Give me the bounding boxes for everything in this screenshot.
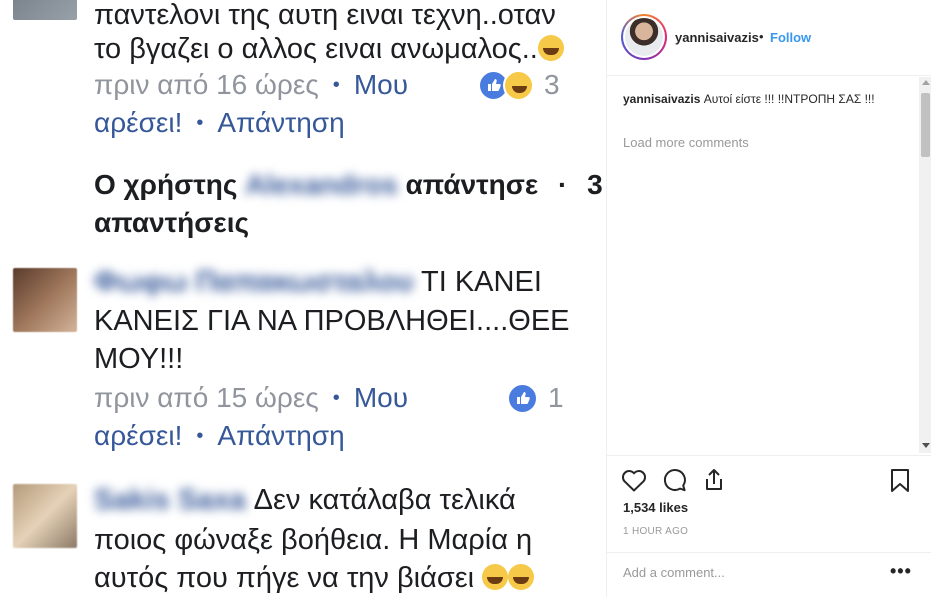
replies-count: 3 xyxy=(587,169,603,200)
likes-count[interactable]: 1,534 likes xyxy=(623,500,688,515)
reply-link: Απάντηση xyxy=(217,420,345,451)
add-comment-input[interactable] xyxy=(623,565,863,580)
comment-meta: πριν από 15 ώρες • Μου xyxy=(94,379,408,417)
like-link: αρέσει! xyxy=(94,107,183,138)
comment-meta: αρέσει! • Απάντηση xyxy=(94,104,345,142)
meta-dot: • xyxy=(196,112,204,134)
comment-meta: πριν από 16 ώρες • Μου xyxy=(94,66,408,104)
like-link: Μου xyxy=(353,69,409,100)
commenter-avatar xyxy=(13,268,77,332)
comments-scrollbar[interactable] xyxy=(919,77,931,453)
comment-time: πριν από 16 ώρες xyxy=(94,69,319,100)
scroll-down-arrow-icon[interactable] xyxy=(922,443,930,448)
blurred-commenter-name: Sakis Saxa xyxy=(94,484,246,516)
avatar-inner xyxy=(623,16,665,58)
follow-button[interactable]: Follow xyxy=(770,30,811,45)
load-more-comments-button[interactable]: Load more comments xyxy=(623,135,749,150)
comment-meta: αρέσει! • Απάντηση xyxy=(94,417,345,455)
blurred-commenter-name: Φωφω Παπακωσταλου xyxy=(94,266,414,298)
haha-reaction-icon xyxy=(503,69,534,101)
comment-text: Δεν κατάλαβα τελικά xyxy=(253,484,516,516)
post-actions: 1,534 likes 1 HOUR AGO ••• xyxy=(607,455,931,597)
meta-dot: • xyxy=(332,74,340,96)
replies-prefix: Ο χρήστης xyxy=(94,169,238,200)
comment-text-line: ποιος φώναξε βοήθεια. Η Μαρία η xyxy=(94,524,533,556)
instagram-panel: yannisaivazis • Follow yannisaivazis Αυτ… xyxy=(606,0,931,597)
replies-count-label: απαντήσεις xyxy=(94,207,250,238)
share-icon[interactable] xyxy=(700,466,728,494)
heart-icon[interactable] xyxy=(620,466,648,494)
meta-dot: • xyxy=(332,387,340,409)
add-comment-bar: ••• xyxy=(607,552,931,597)
like-reaction-icon xyxy=(507,382,538,414)
header-separator: • xyxy=(759,29,764,44)
laughing-emoji-icon xyxy=(508,564,535,590)
comment-text-line: αυτός που πήγε να την βιάσει xyxy=(94,559,584,597)
comments-area[interactable]: yannisaivazis Αυτοί είστε !!! !!ΝΤΡΟΠΗ Σ… xyxy=(607,77,931,453)
replies-dot: · xyxy=(557,169,568,200)
comment-text-line: παντελονι της αυτη ειναι τεχνη..οταν xyxy=(94,0,556,31)
scroll-up-arrow-icon[interactable] xyxy=(922,80,930,85)
comment-text-line: το βγαζει ο αλλος ειναι ανωμαλος.. xyxy=(94,30,584,68)
comment-text: αυτός που πήγε να την βιάσει xyxy=(94,562,475,594)
comment-time: πριν από 15 ώρες xyxy=(94,382,319,413)
caption-text: Αυτοί είστε !!! !!ΝΤΡΟΠΗ ΣΑΣ !!! xyxy=(703,92,875,106)
comment-text-line: Sakis Saxa Δεν κατάλαβα τελικά xyxy=(94,481,584,519)
more-options-icon[interactable]: ••• xyxy=(890,561,912,582)
profile-avatar[interactable] xyxy=(621,14,667,60)
username-link[interactable]: yannisaivazis xyxy=(675,30,759,45)
caption: yannisaivazis Αυτοί είστε !!! !!ΝΤΡΟΠΗ Σ… xyxy=(623,91,903,107)
replies-suffix: απάντησε xyxy=(405,169,539,200)
comment-icon[interactable] xyxy=(660,466,688,494)
post-header: yannisaivazis • Follow xyxy=(607,0,931,76)
comment-text-line: ΚΑΝΕΙΣ ΓΙΑ ΝΑ ΠΡΟΒΛΗΘΕΙ....ΘΕΕ xyxy=(94,305,570,337)
post-image: παντελονι της αυτη ειναι τεχνη..οταν το … xyxy=(0,0,606,597)
blurred-username: Alexandros xyxy=(245,169,398,200)
avatar-image xyxy=(625,18,663,56)
commenter-avatar xyxy=(13,0,77,20)
laughing-emoji-icon xyxy=(482,564,509,590)
reaction-count: 3 xyxy=(544,69,560,100)
reactions: 1 xyxy=(507,382,564,414)
bookmark-icon[interactable] xyxy=(886,466,914,494)
laughing-emoji-icon xyxy=(537,35,564,61)
comment-text-line: Φωφω Παπακωσταλου ΤΙ ΚΑΝΕΙ xyxy=(94,263,584,301)
reply-link: Απάντηση xyxy=(217,107,345,138)
caption-username[interactable]: yannisaivazis xyxy=(623,92,700,106)
like-link: Μου xyxy=(353,382,409,413)
post-timestamp: 1 HOUR AGO xyxy=(623,526,689,537)
commenter-avatar xyxy=(13,484,77,548)
comment-text: ΤΙ ΚΑΝΕΙ xyxy=(421,266,542,298)
comment-text: το βγαζει ο αλλος ειναι ανωμαλος.. xyxy=(94,33,538,65)
meta-dot: • xyxy=(196,425,204,447)
reactions: 3 xyxy=(478,69,560,101)
scrollbar-thumb[interactable] xyxy=(921,93,930,157)
like-link: αρέσει! xyxy=(94,420,183,451)
comment-text-line: ΜΟΥ!!! xyxy=(94,343,184,375)
reaction-count: 1 xyxy=(548,382,564,413)
replies-summary: Ο χρήστης Alexandros απάντησε · 3 xyxy=(94,166,603,204)
